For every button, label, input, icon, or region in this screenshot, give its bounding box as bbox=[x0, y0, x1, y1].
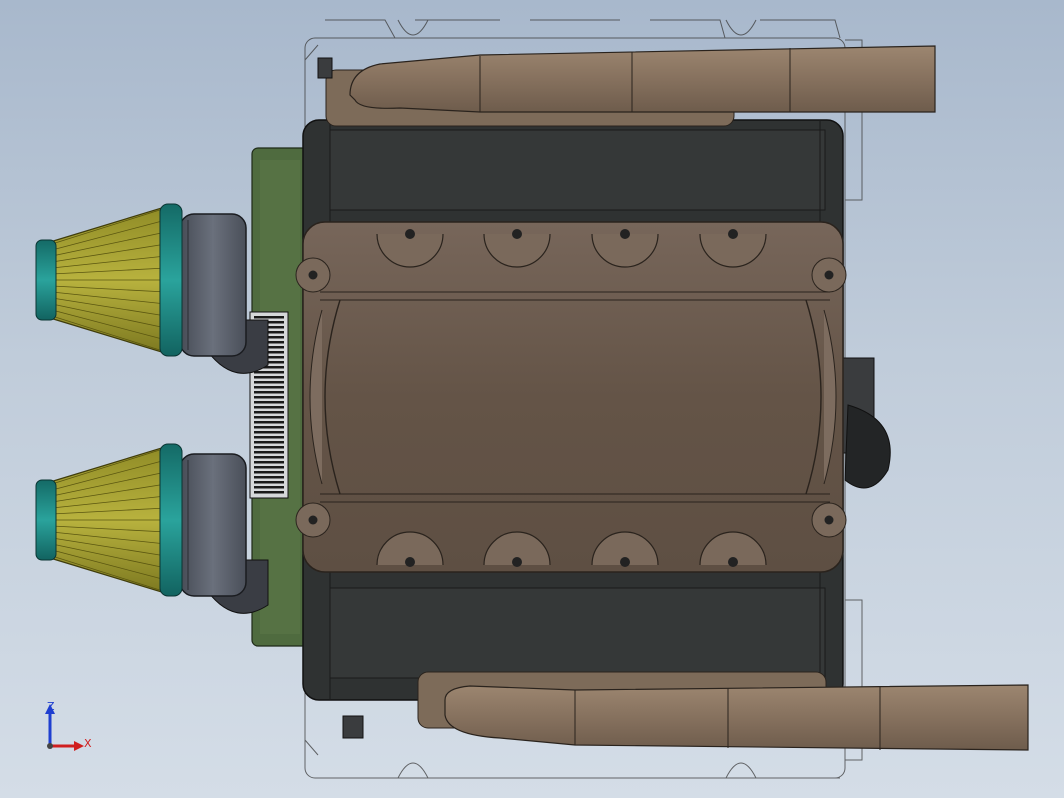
belt-tooth bbox=[254, 316, 284, 319]
rear-output bbox=[841, 357, 891, 489]
belt-tooth bbox=[254, 371, 284, 374]
bolt-hole bbox=[308, 270, 318, 280]
belt-tooth bbox=[254, 426, 284, 429]
belt-tooth bbox=[254, 416, 284, 419]
exhaust-header-bottom bbox=[417, 671, 1029, 751]
bolt-hole bbox=[405, 557, 415, 567]
intake-assembly bbox=[35, 203, 269, 374]
bolt-hole bbox=[308, 515, 318, 525]
bolt-hole bbox=[824, 515, 834, 525]
belt-tooth bbox=[254, 376, 284, 379]
graphics-viewport[interactable]: Z X bbox=[0, 0, 1064, 798]
belt-tooth bbox=[254, 486, 284, 489]
intake-assemblies bbox=[35, 203, 269, 614]
belt-tooth bbox=[254, 451, 284, 454]
bolt-hole bbox=[405, 229, 415, 239]
bolt-hole bbox=[824, 270, 834, 280]
bolt-hole bbox=[728, 557, 738, 567]
belt-tooth bbox=[254, 431, 284, 434]
x-axis-label: X bbox=[84, 737, 92, 750]
belt-tooth bbox=[254, 466, 284, 469]
throttle-body bbox=[179, 213, 247, 357]
belt-tooth bbox=[254, 421, 284, 424]
belt-tooth bbox=[254, 391, 284, 394]
bolt-hole bbox=[620, 557, 630, 567]
belt-tooth bbox=[254, 386, 284, 389]
exhaust-header-top bbox=[325, 45, 936, 127]
belt-tooth bbox=[254, 446, 284, 449]
belt-tooth bbox=[254, 471, 284, 474]
belt-tooth bbox=[254, 396, 284, 399]
belt-tooth bbox=[254, 456, 284, 459]
belt-tooth bbox=[254, 461, 284, 464]
filter-base-ring bbox=[159, 443, 183, 597]
belt-tooth bbox=[254, 491, 284, 494]
bolt-hole bbox=[620, 229, 630, 239]
intake-assembly bbox=[35, 443, 269, 614]
belt-tooth bbox=[254, 481, 284, 484]
engine-model-view[interactable] bbox=[0, 0, 1064, 798]
belt-tooth bbox=[254, 381, 284, 384]
filter-end-cap bbox=[35, 239, 57, 321]
bolt-hole bbox=[512, 229, 522, 239]
cylinder-head bbox=[302, 221, 844, 573]
coordinate-triad: Z X bbox=[45, 700, 92, 751]
bolt-hole bbox=[728, 229, 738, 239]
belt-tooth bbox=[254, 406, 284, 409]
z-axis-label: Z bbox=[47, 700, 55, 713]
belt-tooth bbox=[254, 411, 284, 414]
filter-base-ring bbox=[159, 203, 183, 357]
belt-tooth bbox=[254, 476, 284, 479]
belt-tooth bbox=[254, 436, 284, 439]
belt-tooth bbox=[254, 441, 284, 444]
bolt-hole bbox=[512, 557, 522, 567]
throttle-body bbox=[179, 453, 247, 597]
filter-end-cap bbox=[35, 479, 57, 561]
belt-tooth bbox=[254, 401, 284, 404]
